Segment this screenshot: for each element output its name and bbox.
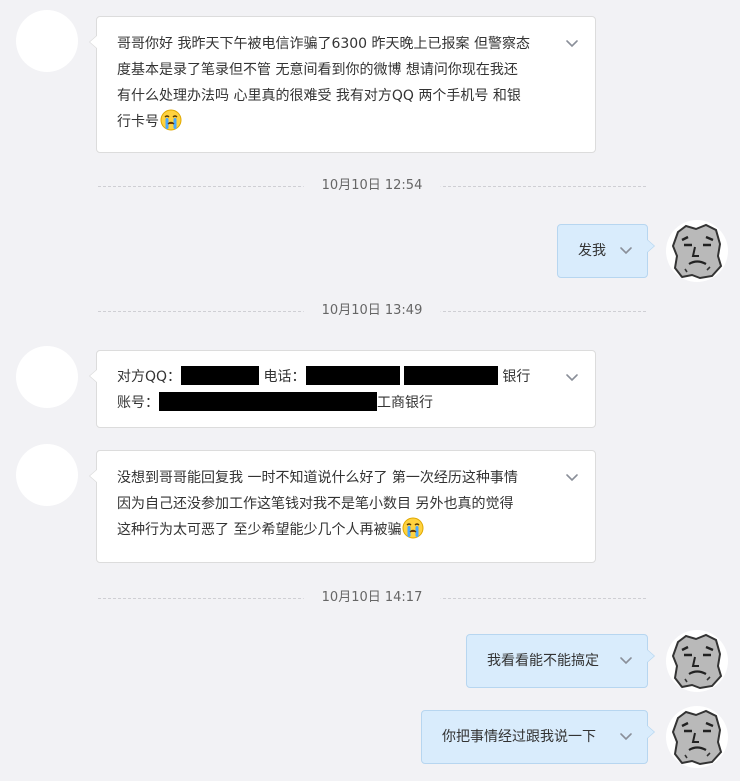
chevron-down-icon[interactable] [565, 39, 579, 49]
message-line: 度基本是录了笔录但不管 无意间看到你的微博 想请问你现在我还 [117, 62, 518, 78]
qq-label: 对方QQ： [117, 369, 182, 385]
message-bubble: 哥哥你好 我昨天下午被电信诈骗了6300 昨天晚上已报案 但警察态 度基本是录了… [89, 16, 596, 153]
crying-face-icon [402, 517, 424, 539]
message-line: 没想到哥哥能回复我 一时不知道说什么好了 第一次经历这种事情 [117, 470, 518, 486]
message-timestamp: 10月10日 12:54 [303, 176, 441, 196]
chevron-down-icon[interactable] [619, 732, 633, 742]
message-line: 哥哥你好 我昨天下午被电信诈骗了6300 昨天晚上已报案 但警察态 [117, 36, 530, 52]
account-label: 账号： [117, 395, 159, 411]
chevron-down-icon[interactable] [619, 246, 633, 256]
user-avatar-icon[interactable] [666, 630, 728, 692]
user-avatar-icon[interactable] [666, 220, 728, 282]
message-bubble: 对方QQ： 电话： 银行 账号： 工商银行 [89, 350, 596, 428]
message-line: 这种行为太可恶了 至少希望能少几个人再被骗 [117, 522, 402, 538]
contact-avatar[interactable] [16, 346, 78, 408]
bank-name: 工商银行 [377, 395, 433, 411]
reply-text: 我看看能不能搞定 [487, 653, 599, 669]
message-bubble: 没想到哥哥能回复我 一时不知道说什么好了 第一次经历这种事情 因为自己还没参加工… [89, 450, 596, 563]
time-divider: 10月10日 14:17 [98, 588, 646, 608]
message-timestamp: 10月10日 13:49 [303, 301, 441, 321]
message-line: 行卡号 [117, 114, 159, 130]
contact-avatar[interactable] [16, 10, 78, 72]
crying-face-icon [160, 109, 182, 131]
contact-avatar[interactable] [16, 444, 78, 506]
bank-suffix: 银行 [502, 369, 531, 385]
chevron-down-icon[interactable] [565, 473, 579, 483]
redaction-block [181, 366, 260, 385]
message-line: 因为自己还没参加工作这笔钱对我不是笔小数目 另外也真的觉得 [117, 496, 514, 512]
phone-label: 电话： [263, 369, 306, 385]
chevron-down-icon[interactable] [565, 373, 579, 383]
reply-bubble: 发我 [557, 224, 655, 278]
message-line: 有什么处理办法吗 心里真的很难受 我有对方QQ 两个手机号 和银 [117, 88, 521, 104]
chevron-down-icon[interactable] [619, 656, 633, 666]
time-divider: 10月10日 12:54 [98, 176, 646, 196]
redaction-block [403, 366, 498, 385]
redaction-block [305, 366, 400, 385]
reply-bubble: 你把事情经过跟我说一下 [421, 710, 655, 764]
reply-text: 发我 [578, 243, 606, 259]
message-timestamp: 10月10日 14:17 [303, 588, 441, 608]
time-divider: 10月10日 13:49 [98, 301, 646, 321]
redaction-block [159, 392, 377, 411]
reply-bubble: 我看看能不能搞定 [466, 634, 655, 688]
user-avatar-icon[interactable] [666, 706, 728, 768]
reply-text: 你把事情经过跟我说一下 [442, 729, 596, 745]
